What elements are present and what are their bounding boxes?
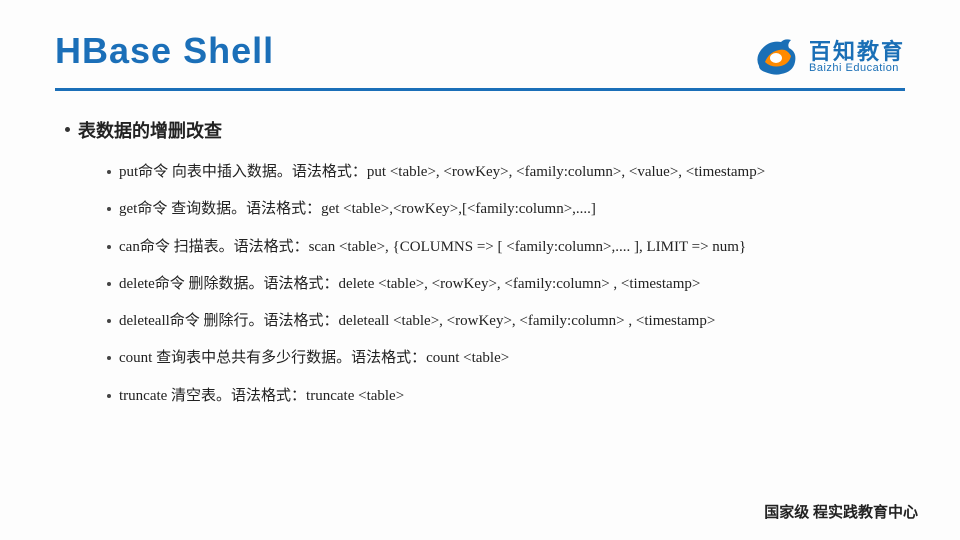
logo-en: Baizhi Education	[809, 63, 905, 75]
section-title: 表数据的增删改查	[78, 117, 222, 143]
logo-cn: 百知教育	[809, 40, 905, 63]
item-text: get命令 查询数据。语法格式：get <table>,<rowKey>,[<f…	[119, 198, 596, 221]
logo: 百知教育 Baizhi Education	[751, 36, 905, 78]
list-item: count 查询表中总共有多少行数据。语法格式：count <table>	[107, 347, 905, 370]
item-text: put命令 向表中插入数据。语法格式：put <table>, <rowKey>…	[119, 161, 765, 184]
footer-text: 国家级 程实践教育中心	[764, 501, 918, 522]
header: HBase Shell 百知教育 Baizhi Education	[55, 30, 905, 78]
item-text: delete命令 删除数据。语法格式：delete <table>, <rowK…	[119, 273, 700, 296]
section-heading: 表数据的增删改查	[65, 117, 905, 143]
bullet-icon	[107, 319, 111, 323]
bullet-icon	[65, 127, 70, 132]
logo-mark-icon	[751, 36, 801, 78]
bullet-icon	[107, 207, 111, 211]
content: 表数据的增删改查 put命令 向表中插入数据。语法格式：put <table>,…	[55, 117, 905, 408]
item-text: count 查询表中总共有多少行数据。语法格式：count <table>	[119, 347, 509, 370]
list-item: deleteall命令 删除行。语法格式：deleteall <table>, …	[107, 310, 905, 333]
item-text: can命令 扫描表。语法格式：scan <table>, {COLUMNS =>…	[119, 236, 746, 259]
list-item: put命令 向表中插入数据。语法格式：put <table>, <rowKey>…	[107, 161, 905, 184]
list-item: truncate 清空表。语法格式：truncate <table>	[107, 385, 905, 408]
page-title: HBase Shell	[55, 30, 274, 72]
list-item: get命令 查询数据。语法格式：get <table>,<rowKey>,[<f…	[107, 198, 905, 221]
item-list: put命令 向表中插入数据。语法格式：put <table>, <rowKey>…	[107, 161, 905, 408]
logo-text: 百知教育 Baizhi Education	[809, 40, 905, 75]
item-text: deleteall命令 删除行。语法格式：deleteall <table>, …	[119, 310, 715, 333]
bullet-icon	[107, 394, 111, 398]
bullet-icon	[107, 282, 111, 286]
list-item: can命令 扫描表。语法格式：scan <table>, {COLUMNS =>…	[107, 236, 905, 259]
item-text: truncate 清空表。语法格式：truncate <table>	[119, 385, 404, 408]
title-rule	[55, 88, 905, 91]
bullet-icon	[107, 356, 111, 360]
bullet-icon	[107, 245, 111, 249]
bullet-icon	[107, 170, 111, 174]
slide: HBase Shell 百知教育 Baizhi Education 表数据的增删…	[0, 0, 960, 540]
list-item: delete命令 删除数据。语法格式：delete <table>, <rowK…	[107, 273, 905, 296]
